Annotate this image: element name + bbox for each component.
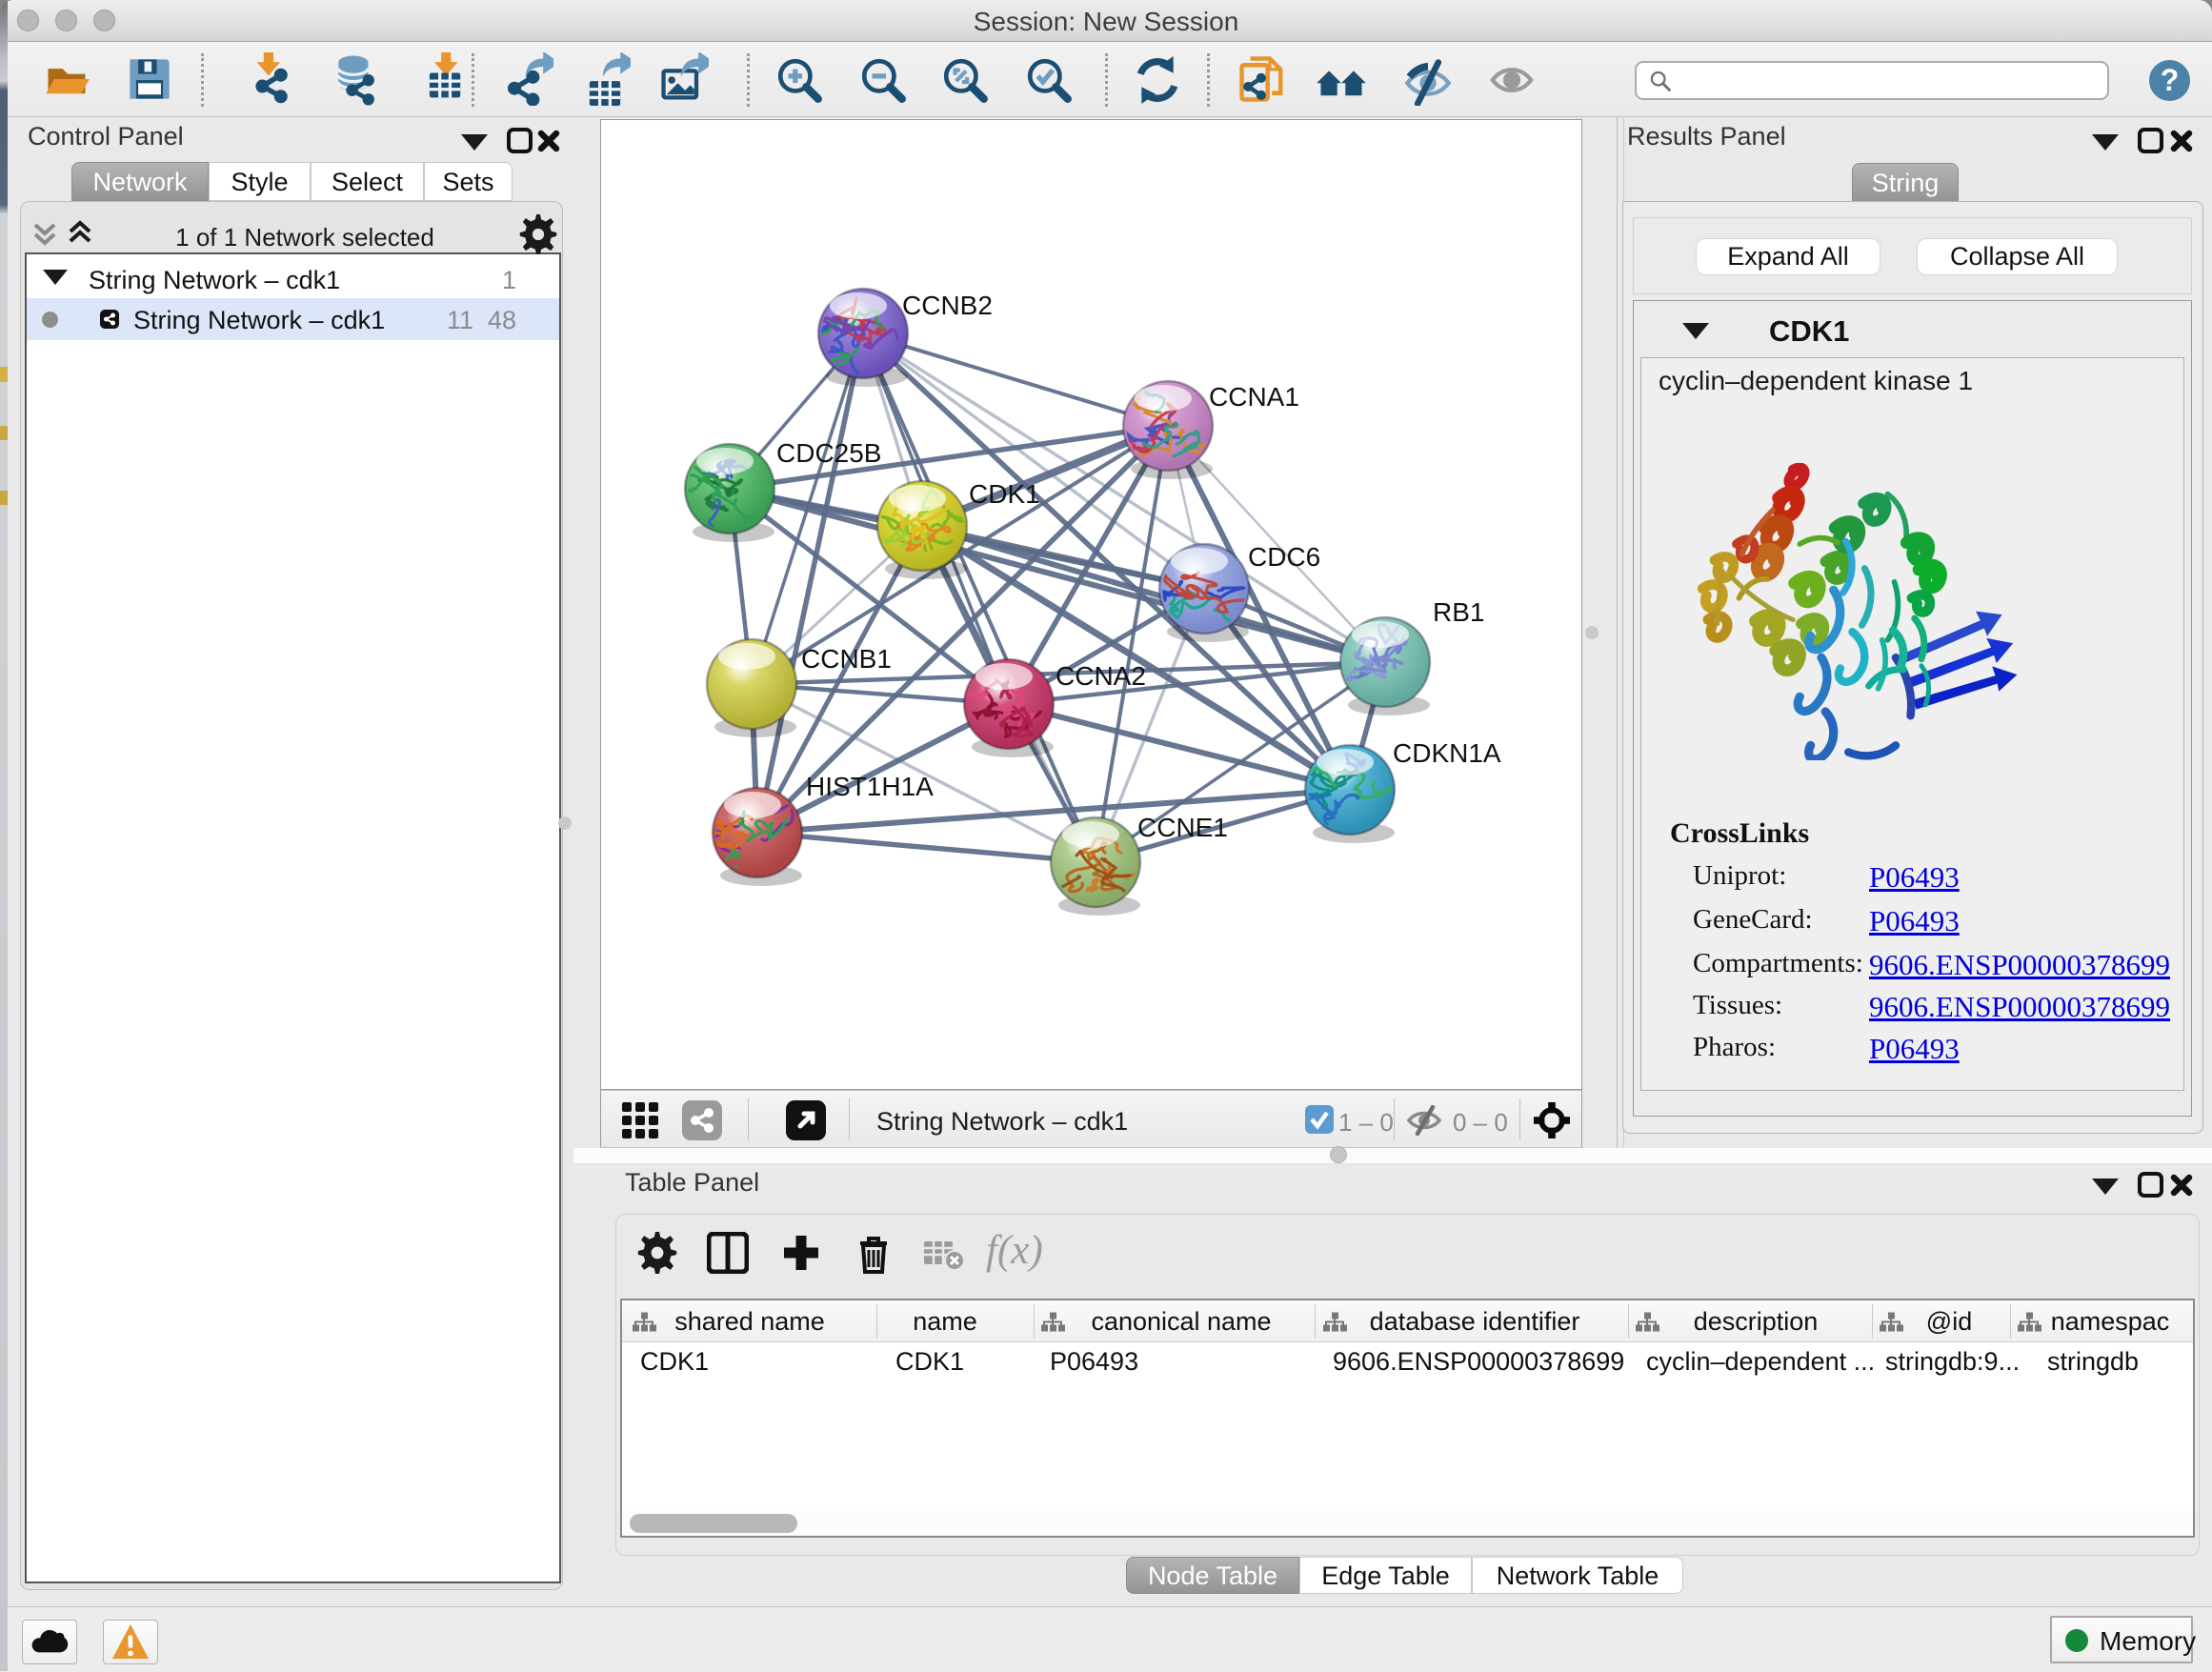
- svg-text:CDK1: CDK1: [969, 479, 1040, 509]
- svg-text:HIST1H1A: HIST1H1A: [806, 772, 934, 801]
- svg-text:CDC25B: CDC25B: [776, 438, 881, 468]
- svg-text:CCNB1: CCNB1: [801, 644, 892, 674]
- svg-text:RB1: RB1: [1433, 597, 1484, 627]
- svg-text:CCNA1: CCNA1: [1209, 382, 1299, 412]
- svg-text:CDKN1A: CDKN1A: [1393, 738, 1501, 768]
- svg-text:CDC6: CDC6: [1248, 542, 1320, 572]
- svg-text:CCNE1: CCNE1: [1137, 813, 1228, 842]
- svg-text:CCNA2: CCNA2: [1056, 661, 1146, 691]
- svg-text:CCNB2: CCNB2: [902, 291, 993, 320]
